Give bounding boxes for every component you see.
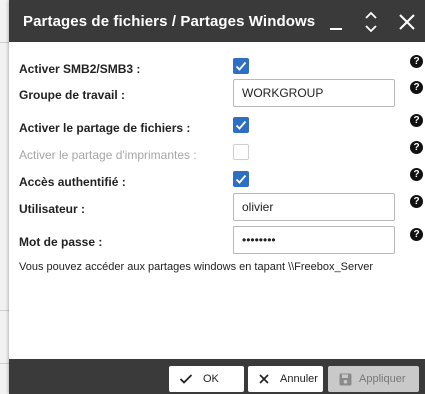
minimize-button[interactable] — [322, 8, 350, 36]
user-input[interactable] — [233, 193, 395, 221]
auth-checkbox[interactable] — [233, 171, 249, 187]
ok-check-icon — [179, 374, 193, 384]
close-icon — [399, 14, 415, 30]
help-icon[interactable]: ? — [410, 141, 423, 154]
smb-checkbox[interactable] — [233, 58, 249, 74]
cancel-button[interactable]: Annuler — [248, 366, 323, 392]
info-text: Vous pouvez accéder aux partages windows… — [19, 261, 374, 273]
auth-label: Accès authentifié : — [19, 175, 126, 189]
ok-button-label: OK — [203, 373, 219, 385]
smb-label: Activer SMB2/SMB3 : — [19, 62, 141, 76]
save-icon — [339, 373, 352, 385]
file-sharing-label: Activer le partage de fichiers : — [19, 121, 191, 135]
check-icon — [235, 61, 247, 71]
help-icon[interactable]: ? — [410, 228, 423, 241]
dialog-footer: OK Annuler Appliquer — [9, 359, 425, 394]
help-icon[interactable]: ? — [410, 168, 423, 181]
password-input[interactable] — [233, 226, 395, 254]
check-icon — [235, 120, 247, 130]
workgroup-label: Groupe de travail : — [19, 88, 126, 102]
file-sharing-checkbox[interactable] — [233, 117, 249, 133]
minimize-icon — [330, 28, 342, 30]
close-button[interactable] — [393, 8, 421, 36]
user-label: Utilisateur : — [19, 202, 86, 216]
help-icon[interactable]: ? — [410, 81, 423, 94]
help-icon[interactable]: ? — [410, 114, 423, 127]
help-icon[interactable]: ? — [410, 195, 423, 208]
cancel-x-icon — [259, 374, 269, 384]
password-label: Mot de passe : — [19, 235, 103, 249]
help-icon[interactable]: ? — [410, 55, 423, 68]
dialog-titlebar: Partages de fichiers / Partages Windows — [9, 0, 425, 42]
printer-sharing-label: Activer le partage d'imprimantes : — [19, 148, 197, 162]
check-icon — [235, 174, 247, 184]
workgroup-input[interactable] — [233, 79, 395, 107]
ok-button[interactable]: OK — [169, 366, 244, 392]
apply-button[interactable]: Appliquer — [328, 366, 419, 392]
collapse-icon — [365, 11, 377, 33]
printer-sharing-checkbox — [233, 144, 249, 160]
dialog-title: Partages de fichiers / Partages Windows — [23, 13, 316, 30]
file-sharing-dialog: Partages de fichiers / Partages Windows … — [9, 0, 425, 394]
apply-button-label: Appliquer — [359, 373, 406, 385]
cancel-button-label: Annuler — [280, 373, 318, 385]
collapse-button[interactable] — [357, 8, 385, 36]
